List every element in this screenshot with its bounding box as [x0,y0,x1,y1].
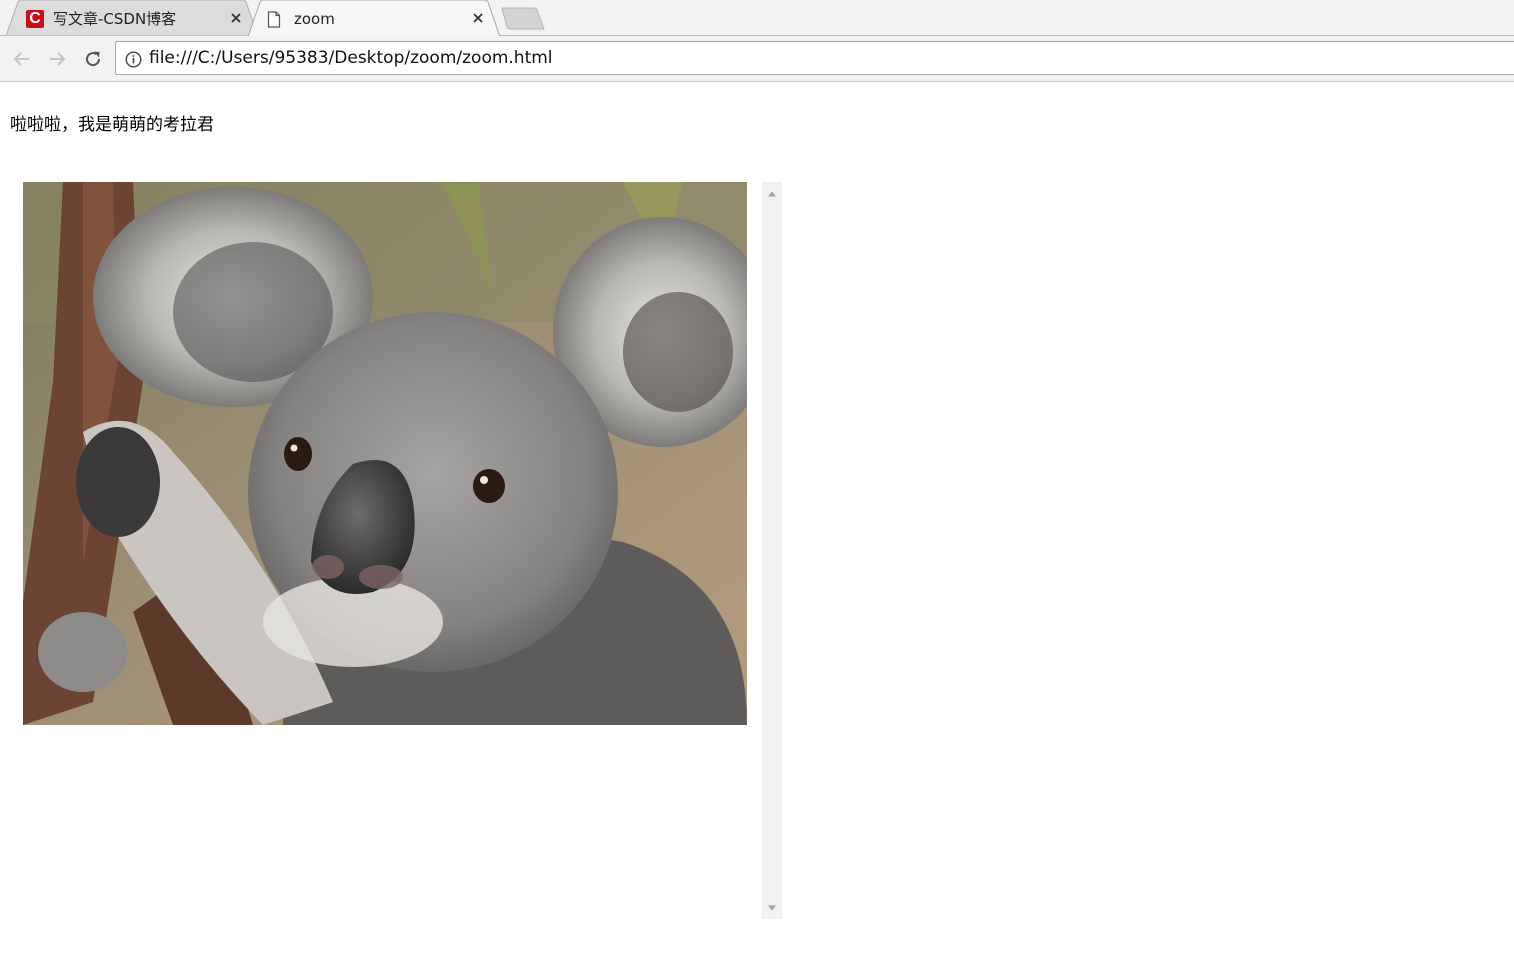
forward-arrow-icon[interactable] [45,47,69,71]
address-bar[interactable]: file:///C:/Users/95383/Desktop/zoom/zoom… [115,41,1514,75]
tab-shape-active [248,0,501,37]
reload-icon[interactable] [81,47,105,71]
url-text[interactable]: file:///C:/Users/95383/Desktop/zoom/zoom… [149,48,553,68]
tab-strip: C 写文章-CSDN博客 zoom [0,0,1514,37]
scroll-down-arrow-icon[interactable] [762,898,782,918]
close-tab-icon[interactable] [227,9,245,27]
page-document-icon [264,9,284,29]
koala-photo-illustration [23,182,747,725]
tab-title-csdn: 写文章-CSDN博客 [53,10,177,28]
back-arrow-icon[interactable] [10,47,34,71]
tab-title-zoom: zoom [294,10,335,28]
scroll-up-arrow-icon[interactable] [762,184,782,204]
close-tab-icon[interactable] [469,9,487,27]
koala-image [23,182,747,725]
new-tab-button[interactable] [500,7,546,31]
vertical-scrollbar[interactable] [762,182,782,919]
browser-toolbar: file:///C:/Users/95383/Desktop/zoom/zoom… [0,36,1514,82]
csdn-logo-icon: C [25,9,45,29]
tab-zoom[interactable]: zoom [248,0,501,37]
info-icon[interactable] [124,50,142,68]
page-paragraph: 啦啦啦，我是萌萌的考拉君 [10,115,214,135]
tab-csdn[interactable]: C 写文章-CSDN博客 [6,0,256,36]
